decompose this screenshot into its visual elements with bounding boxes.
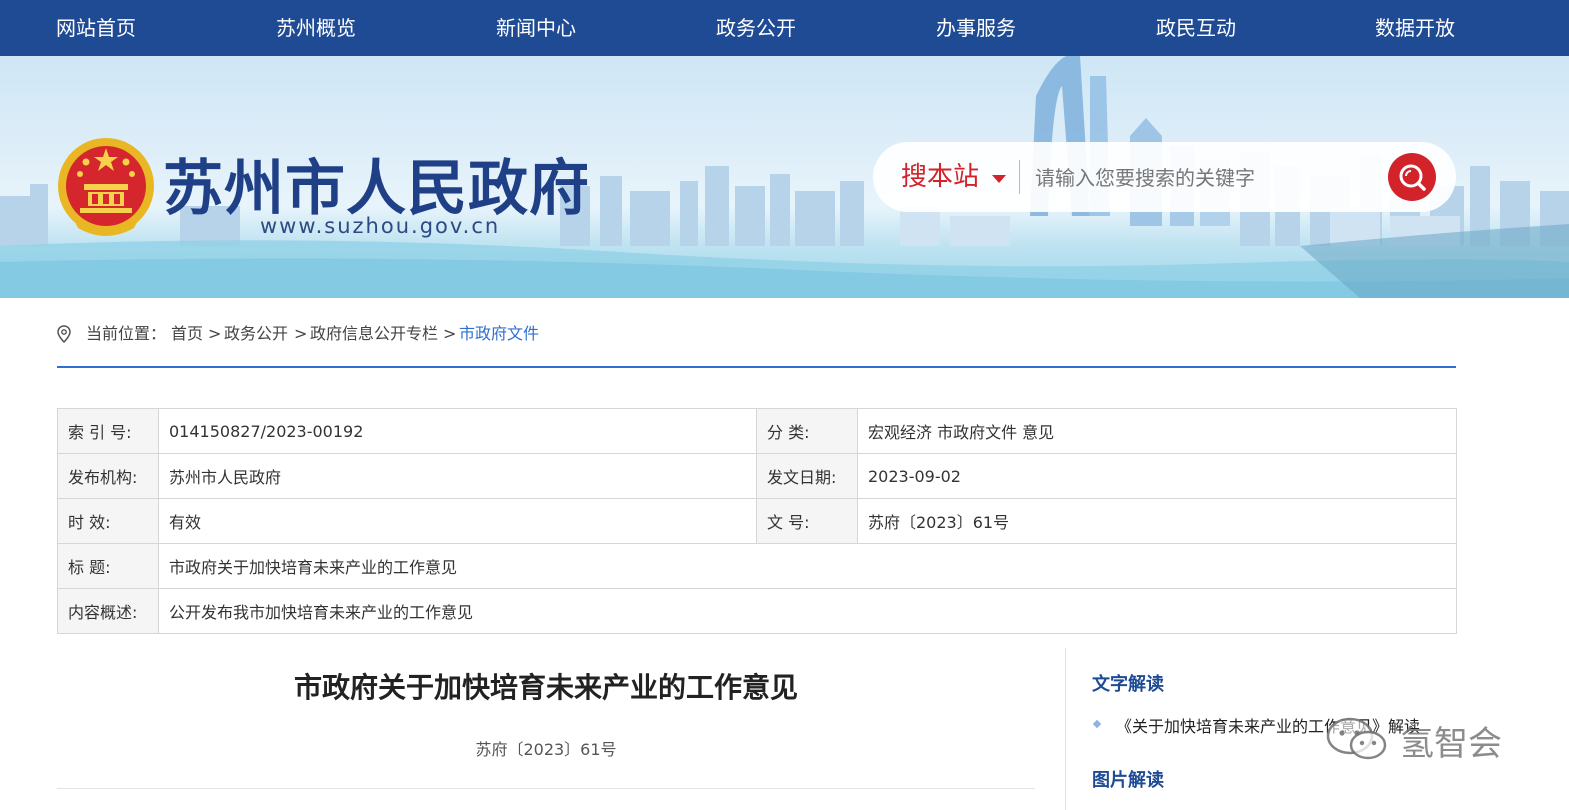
docno-value: 苏府〔2023〕61号 — [857, 498, 1457, 544]
summary-value: 公开发布我市加快培育未来产业的工作意见 — [158, 588, 1457, 634]
chevron-down-icon[interactable] — [992, 175, 1006, 183]
wechat-icon — [1326, 717, 1387, 760]
date-label: 发文日期: — [756, 453, 858, 499]
summary-label: 内容概述: — [57, 588, 159, 634]
watermark: 氢智会 — [1322, 714, 1522, 764]
breadcrumb-prefix: 当前位置： — [86, 324, 167, 343]
article-doc-number: 苏府〔2023〕61号 — [475, 740, 617, 759]
search-box: 搜本站 — [873, 142, 1456, 212]
search-divider — [1019, 160, 1020, 194]
table-row: 标 题: 市政府关于加快培育未来产业的工作意见 — [57, 543, 1457, 589]
breadcrumb-item-info-column[interactable]: 政府信息公开专栏 — [310, 322, 438, 346]
table-row: 内容概述: 公开发布我市加快培育未来产业的工作意见 — [57, 588, 1457, 634]
national-emblem-icon — [58, 138, 154, 236]
breadcrumb-separator: > — [443, 324, 457, 343]
title-label: 标 题: — [57, 543, 159, 589]
category-label: 分 类: — [756, 408, 858, 454]
text-reading-heading: 文字解读 — [1092, 674, 1164, 695]
index-value: 014150827/2023-00192 — [158, 408, 757, 454]
nav-item-gov-affairs[interactable]: 政务公开 — [716, 0, 796, 56]
header-banner: 苏州市人民政府 www.suzhou.gov.cn 搜本站 — [0, 56, 1569, 298]
article-divider — [57, 788, 1035, 789]
nav-item-news[interactable]: 新闻中心 — [496, 0, 576, 56]
search-icon[interactable] — [1388, 153, 1436, 201]
date-value: 2023-09-02 — [857, 453, 1457, 499]
title-value: 市政府关于加快培育未来产业的工作意见 — [158, 543, 1457, 589]
nav-item-overview[interactable]: 苏州概览 — [276, 0, 356, 56]
publisher-label: 发布机构: — [57, 453, 159, 499]
category-value: 宏观经济 市政府文件 意见 — [857, 408, 1457, 454]
nav-item-services[interactable]: 办事服务 — [936, 0, 1016, 56]
site-url: www.suzhou.gov.cn — [260, 214, 501, 238]
nav-item-interaction[interactable]: 政民互动 — [1156, 0, 1236, 56]
breadcrumb-divider — [57, 366, 1456, 368]
search-scope-dropdown[interactable]: 搜本站 — [901, 142, 979, 212]
validity-value: 有效 — [158, 498, 757, 544]
top-nav: 网站首页 苏州概览 新闻中心 政务公开 办事服务 政民互动 数据开放 — [0, 0, 1569, 56]
article-title: 市政府关于加快培育未来产业的工作意见 — [293, 671, 798, 704]
breadcrumb-item-current[interactable]: 市政府文件 — [459, 322, 539, 346]
document-info-table: 索 引 号: 014150827/2023-00192 分 类: 宏观经济 市政… — [57, 408, 1457, 634]
search-input[interactable] — [1033, 156, 1377, 200]
watermark-text: 氢智会 — [1400, 724, 1502, 764]
breadcrumb-separator: > — [208, 324, 222, 343]
docno-label: 文 号: — [756, 498, 858, 544]
table-row: 索 引 号: 014150827/2023-00192 分 类: 宏观经济 市政… — [57, 408, 1457, 454]
bullet-icon — [1092, 719, 1102, 729]
breadcrumb-separator: > — [294, 324, 308, 343]
sidebar-divider — [1065, 648, 1066, 810]
nav-item-home[interactable]: 网站首页 — [56, 0, 136, 56]
table-row: 时 效: 有效 文 号: 苏府〔2023〕61号 — [57, 498, 1457, 544]
publisher-value: 苏州市人民政府 — [158, 453, 757, 499]
search-button[interactable] — [1388, 153, 1436, 201]
location-pin-icon — [57, 325, 71, 343]
breadcrumb-item-gov-affairs[interactable]: 政务公开 — [224, 322, 288, 346]
breadcrumb-item-home[interactable]: 首页 — [171, 322, 203, 346]
table-row: 发布机构: 苏州市人民政府 发文日期: 2023-09-02 — [57, 453, 1457, 499]
index-label: 索 引 号: — [57, 408, 159, 454]
nav-item-open-data[interactable]: 数据开放 — [1375, 0, 1455, 56]
image-reading-heading: 图片解读 — [1092, 770, 1164, 791]
validity-label: 时 效: — [57, 498, 159, 544]
